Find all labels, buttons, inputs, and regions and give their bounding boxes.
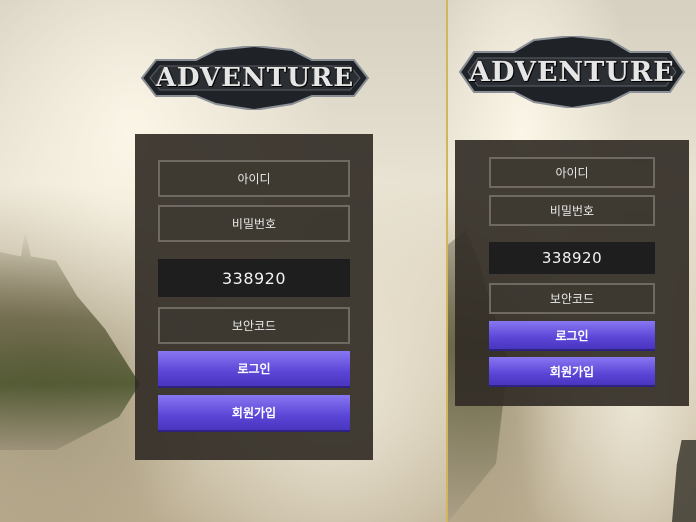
id-input[interactable]: 아이디 — [489, 157, 655, 188]
signup-button-label: 회원가입 — [549, 364, 595, 379]
captcha-code-display: 338920 — [489, 242, 655, 274]
login-panel: 아이디 비밀번호 338920 보안코드 로그인 회원가입 — [455, 140, 689, 406]
captcha-code-display: 338920 — [158, 259, 350, 297]
signup-button[interactable]: 회원가입 — [158, 395, 350, 432]
captcha-value: 338920 — [541, 249, 603, 267]
floating-rock-background — [672, 440, 696, 522]
id-input[interactable]: 아이디 — [158, 160, 350, 197]
password-input[interactable]: 비밀번호 — [158, 205, 350, 242]
castle-island-background — [0, 230, 140, 450]
login-button[interactable]: 로그인 — [489, 321, 655, 351]
captcha-value: 338920 — [221, 268, 287, 288]
login-button[interactable]: 로그인 — [158, 351, 350, 388]
signup-button-label: 회원가입 — [231, 406, 277, 420]
security-code-input[interactable]: 보안코드 — [158, 307, 350, 344]
logo-text: ADVENTURE — [469, 56, 675, 88]
password-label: 비밀번호 — [231, 217, 277, 231]
login-panel: 아이디 비밀번호 338920 보안코드 로그인 회원가입 — [135, 134, 373, 460]
logo-text: ADVENTURE — [155, 63, 355, 93]
security-code-input[interactable]: 보안코드 — [489, 283, 655, 314]
login-screen-left: ADVENTURE 아이디 비밀번호 338920 보안코드 로그인 회원가입 — [0, 0, 446, 522]
security-code-label: 보안코드 — [549, 292, 595, 306]
login-button-label: 로그인 — [555, 328, 589, 343]
login-button-label: 로그인 — [237, 362, 271, 376]
adventure-logo: ADVENTURE — [136, 46, 374, 110]
password-input[interactable]: 비밀번호 — [489, 195, 655, 226]
id-label: 아이디 — [555, 166, 589, 180]
adventure-logo: ADVENTURE — [456, 36, 688, 108]
signup-button[interactable]: 회원가입 — [489, 357, 655, 387]
password-label: 비밀번호 — [549, 204, 595, 218]
id-label: 아이디 — [237, 172, 271, 186]
security-code-label: 보안코드 — [231, 319, 277, 333]
